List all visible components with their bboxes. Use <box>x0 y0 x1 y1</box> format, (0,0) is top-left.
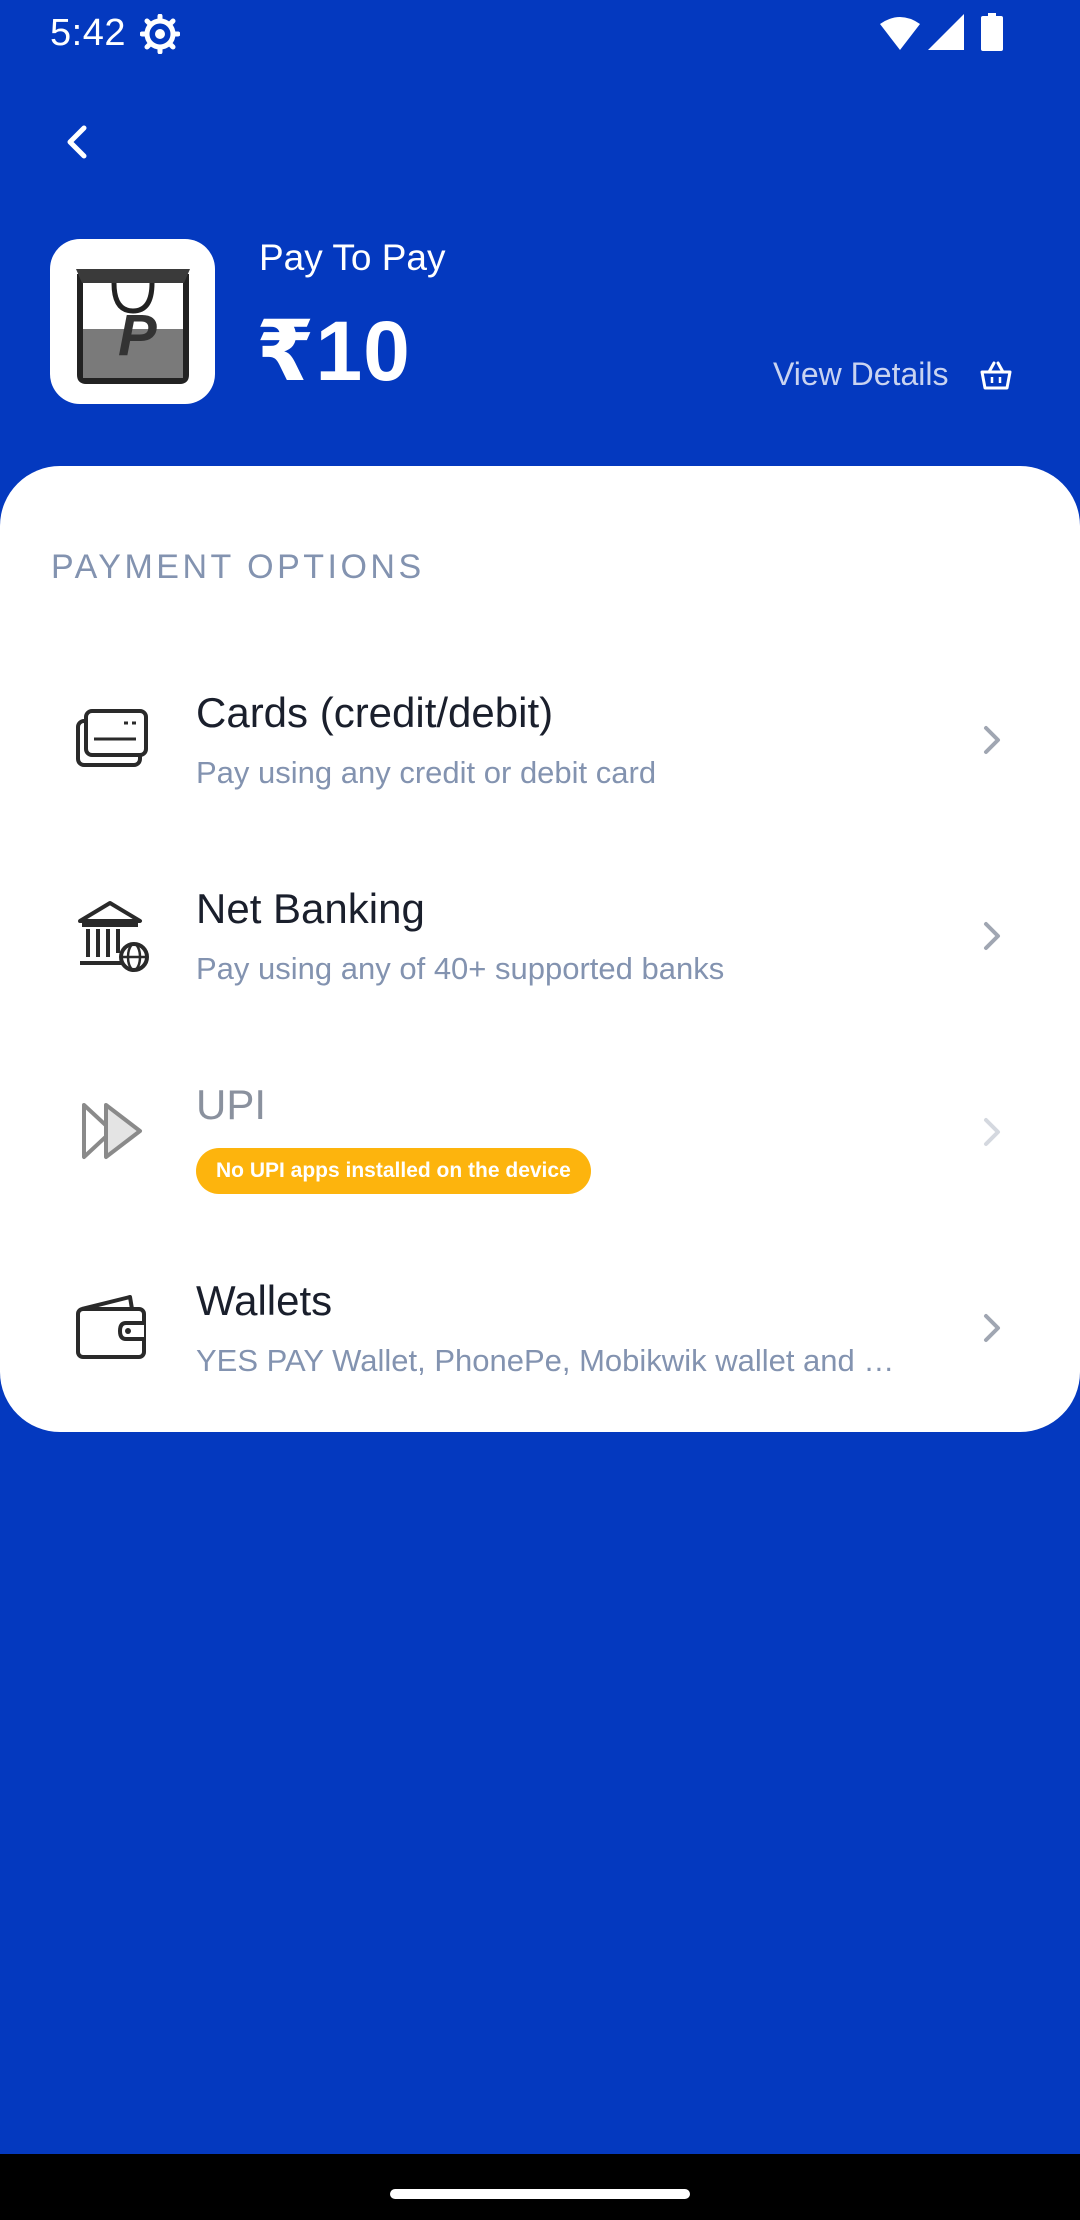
option-net-banking[interactable]: Net Banking Pay using any of 40+ support… <box>0 851 1080 1021</box>
chevron-right-icon <box>984 726 1000 754</box>
chevron-right-icon <box>984 1118 1000 1146</box>
option-wallets[interactable]: Wallets YES PAY Wallet, PhonePe, Mobikwi… <box>0 1243 1080 1413</box>
option-subtitle: YES PAY Wallet, PhonePe, Mobikwik wallet… <box>196 1343 916 1378</box>
view-details-link[interactable]: View Details <box>773 356 948 393</box>
wallet-icon <box>76 1295 146 1359</box>
chevron-right-icon <box>984 1314 1000 1342</box>
option-subtitle: Pay using any credit or debit card <box>196 755 657 790</box>
battery-icon <box>981 13 1003 51</box>
upi-unavailable-badge: No UPI apps installed on the device <box>196 1148 591 1194</box>
option-upi[interactable]: UPI No UPI apps installed on the device <box>0 1047 1080 1217</box>
system-navigation-bar <box>0 2154 1080 2220</box>
option-cards[interactable]: Cards (credit/debit) Pay using any credi… <box>0 655 1080 825</box>
status-bar: 5:42 <box>0 0 1080 66</box>
status-time: 5:42 <box>50 12 126 54</box>
section-title: PAYMENT OPTIONS <box>51 548 425 586</box>
payment-options-sheet: PAYMENT OPTIONS Cards (credit/debit) Pay… <box>0 466 1080 1432</box>
merchant-name: Pay To Pay <box>259 237 446 278</box>
chevron-right-icon <box>984 922 1000 950</box>
shopping-bag-logo-icon: P <box>76 269 190 384</box>
credit-card-icon <box>76 709 148 767</box>
settings-gear-icon <box>140 14 180 54</box>
bank-icon <box>78 901 149 972</box>
upi-arrows-icon <box>82 1103 142 1159</box>
payment-amount: ₹10 <box>256 304 411 398</box>
option-title: Wallets <box>196 1277 333 1324</box>
back-button[interactable] <box>48 112 108 172</box>
option-title: Cards (credit/debit) <box>196 689 554 736</box>
svg-text:P: P <box>118 303 157 368</box>
shopping-basket-icon[interactable] <box>980 360 1012 392</box>
merchant-logo: P <box>50 239 215 404</box>
home-indicator[interactable] <box>390 2189 690 2199</box>
cellular-signal-icon <box>928 14 964 50</box>
option-title: Net Banking <box>196 885 425 932</box>
option-title: UPI <box>196 1081 267 1128</box>
option-subtitle: Pay using any of 40+ supported banks <box>196 951 725 986</box>
wifi-icon <box>880 17 920 50</box>
